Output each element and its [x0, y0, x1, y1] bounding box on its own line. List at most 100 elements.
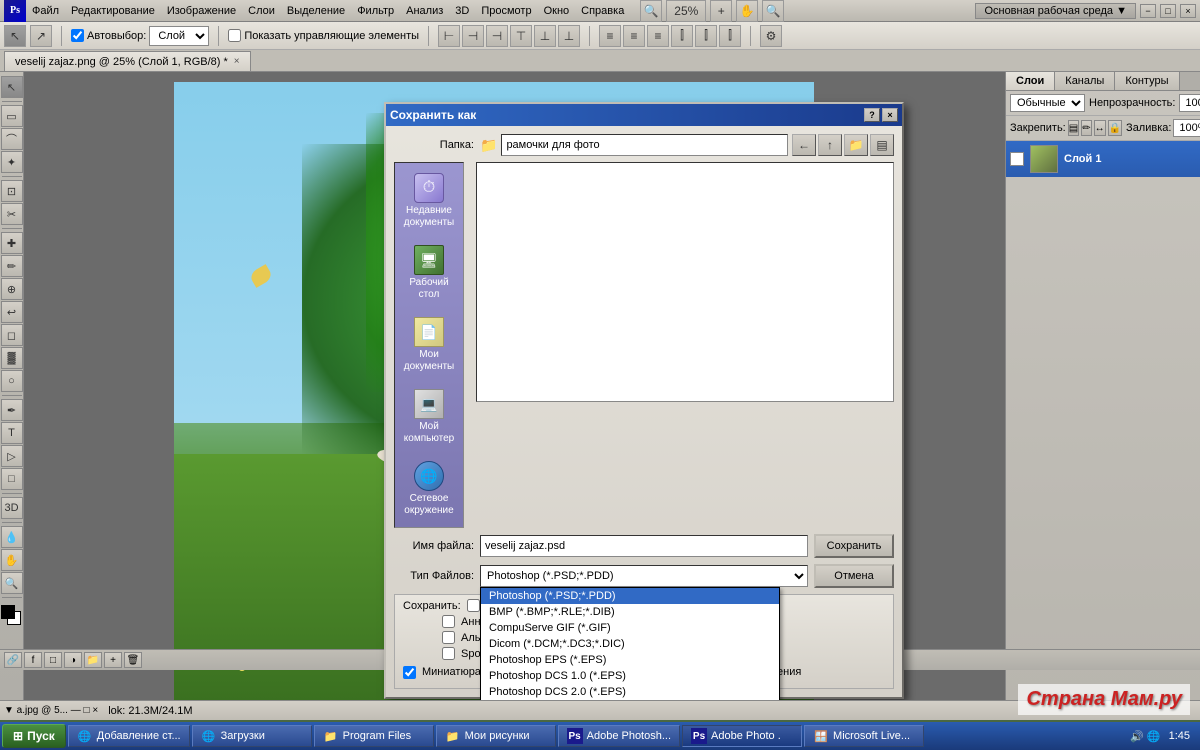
layer-visibility-icon[interactable]: 👁: [1010, 152, 1024, 166]
save-notes-cb[interactable]: [442, 615, 455, 628]
transform-icon[interactable]: ↗: [30, 25, 52, 47]
close-btn[interactable]: ×: [1180, 4, 1196, 18]
hand-tool-btn[interactable]: ✋: [736, 0, 758, 22]
dropdown-item[interactable]: Photoshop DCS 1.0 (*.EPS): [481, 668, 779, 684]
menu-analysis[interactable]: Анализ: [400, 3, 449, 19]
folder-input[interactable]: рамочки для фото: [501, 134, 788, 156]
tab-channels[interactable]: Каналы: [1055, 72, 1115, 90]
tool-crop[interactable]: ⊡: [1, 180, 23, 202]
tool-3d[interactable]: 3D: [1, 497, 23, 519]
lock-transparency-btn[interactable]: ▤: [1068, 120, 1079, 136]
dist-left-icon[interactable]: ⫿: [671, 25, 693, 47]
menu-window[interactable]: Окно: [538, 3, 576, 19]
tool-magic-wand[interactable]: ✦: [1, 151, 23, 173]
dialog-close-btn[interactable]: ×: [882, 108, 898, 122]
zoom-out-btn[interactable]: 🔍: [640, 0, 662, 22]
menu-help[interactable]: Справка: [575, 3, 630, 19]
lock-all-btn[interactable]: 🔒: [1108, 120, 1122, 136]
taskbar-btn-6[interactable]: 🪟 Microsoft Live...: [804, 725, 924, 747]
thumbnail-cb[interactable]: [403, 666, 416, 679]
sidebar-network[interactable]: 🌐 Сетевое окружение: [398, 457, 460, 521]
views-btn[interactable]: ▤: [870, 134, 894, 156]
cancel-button[interactable]: Отмена: [814, 564, 894, 588]
sidebar-recent[interactable]: ⏱ Недавние документы: [398, 169, 460, 233]
opacity-input[interactable]: [1179, 94, 1200, 112]
dist-v-icon[interactable]: ≡: [623, 25, 645, 47]
blend-mode-dropdown[interactable]: Обычные: [1010, 94, 1085, 112]
taskbar-btn-3[interactable]: 📁 Мои рисунки: [436, 725, 556, 747]
dropdown-item[interactable]: Photoshop EPS (*.EPS): [481, 652, 779, 668]
maximize-btn[interactable]: □: [1160, 4, 1176, 18]
tool-eyedrop[interactable]: 💧: [1, 526, 23, 548]
sidebar-docs[interactable]: 📄 Мои документы: [398, 313, 460, 377]
taskbar-btn-2[interactable]: 📁 Program Files: [314, 725, 434, 747]
minimize-btn[interactable]: −: [1140, 4, 1156, 18]
layer-adjustment-btn[interactable]: ◑: [64, 652, 82, 668]
tool-marquee[interactable]: ▭: [1, 105, 23, 127]
layer-group-btn[interactable]: 📁: [84, 652, 102, 668]
dropdown-item[interactable]: Dicom (*.DCM;*.DC3;*.DIC): [481, 636, 779, 652]
more-options-icon[interactable]: ⚙: [760, 25, 782, 47]
lock-paint-btn[interactable]: ✏: [1081, 120, 1091, 136]
dist-right-icon[interactable]: ⫿: [719, 25, 741, 47]
dist-h-icon[interactable]: ⫿: [695, 25, 717, 47]
dropdown-item[interactable]: BMP (*.BMP;*.RLE;*.DIB): [481, 604, 779, 620]
taskbar-btn-1[interactable]: 🌐 Загрузки: [192, 725, 312, 747]
dialog-help-btn[interactable]: ?: [864, 108, 880, 122]
dropdown-item[interactable]: Photoshop (*.PSD;*.PDD): [481, 588, 779, 604]
tool-lasso[interactable]: ⌒: [1, 128, 23, 150]
menu-3d[interactable]: 3D: [449, 3, 475, 19]
tool-brush[interactable]: ✏: [1, 255, 23, 277]
menu-layers[interactable]: Слои: [242, 3, 281, 19]
align-left-icon[interactable]: ⊢: [438, 25, 460, 47]
tool-dodge[interactable]: ○: [1, 370, 23, 392]
tool-move[interactable]: ↖: [1, 76, 23, 98]
save-spotcolors-cb[interactable]: [442, 647, 455, 660]
layer-mask-btn[interactable]: □: [44, 652, 62, 668]
menu-file[interactable]: Файл: [26, 3, 65, 19]
tool-gradient[interactable]: ▓: [1, 347, 23, 369]
taskbar-btn-0[interactable]: 🌐 Добавление ст...: [68, 725, 190, 747]
move-tool-icon[interactable]: ↖: [4, 25, 26, 47]
zoom-level[interactable]: 25%: [666, 0, 706, 22]
tool-eraser[interactable]: ◻: [1, 324, 23, 346]
nav-up-btn[interactable]: ↑: [818, 134, 842, 156]
autovybor-dropdown[interactable]: Слой: [149, 26, 209, 46]
filetype-dropdown[interactable]: Photoshop (*.PSD;*.PDD)BMP (*.BMP;*.RLE;…: [480, 565, 808, 587]
tool-text[interactable]: T: [1, 422, 23, 444]
menu-filter[interactable]: Фильтр: [351, 3, 400, 19]
align-right-icon[interactable]: ⊣: [486, 25, 508, 47]
menu-edit[interactable]: Редактирование: [65, 3, 161, 19]
tab-close-btn[interactable]: ×: [234, 56, 240, 67]
tab-layers[interactable]: Слои: [1006, 72, 1055, 90]
menu-image[interactable]: Изображение: [161, 3, 242, 19]
filetype-dropdown-list[interactable]: Photoshop (*.PSD;*.PDD)BMP (*.BMP;*.RLE;…: [480, 587, 780, 700]
tool-stamp[interactable]: ⊕: [1, 278, 23, 300]
dropdown-item[interactable]: CompuServe GIF (*.GIF): [481, 620, 779, 636]
start-button[interactable]: ⊞ Пуск: [2, 724, 66, 748]
dist-bottom-icon[interactable]: ≡: [647, 25, 669, 47]
filelist-area[interactable]: [476, 162, 894, 402]
zoom-in-btn[interactable]: +: [710, 0, 732, 22]
delete-layer-btn[interactable]: 🗑: [124, 652, 142, 668]
tab-paths[interactable]: Контуры: [1115, 72, 1179, 90]
taskbar-btn-4[interactable]: Ps Adobe Photosh...: [558, 725, 680, 747]
menu-view[interactable]: Просмотр: [475, 3, 537, 19]
tool-hand[interactable]: ✋: [1, 549, 23, 571]
menu-select[interactable]: Выделение: [281, 3, 351, 19]
new-folder-btn[interactable]: 📁: [844, 134, 868, 156]
tool-heal[interactable]: ✚: [1, 232, 23, 254]
tool-path-select[interactable]: ▷: [1, 445, 23, 467]
taskbar-btn-5[interactable]: Ps Adobe Photo .: [682, 725, 802, 747]
dropdown-item[interactable]: Photoshop DCS 2.0 (*.EPS): [481, 684, 779, 700]
show-controls-checkbox[interactable]: [228, 29, 241, 42]
save-layers-cb[interactable]: [467, 599, 480, 612]
new-layer-btn[interactable]: +: [104, 652, 122, 668]
zoom-tool-btn[interactable]: 🔍: [762, 0, 784, 22]
layer-item[interactable]: 👁 Слой 1: [1006, 141, 1200, 177]
foreground-color-swatch[interactable]: [1, 605, 15, 619]
nav-back-btn[interactable]: ←: [792, 134, 816, 156]
document-tab[interactable]: veselij zajaz.png @ 25% (Слой 1, RGB/8) …: [4, 51, 251, 71]
layer-style-btn[interactable]: f: [24, 652, 42, 668]
tool-slice[interactable]: ✂: [1, 203, 23, 225]
